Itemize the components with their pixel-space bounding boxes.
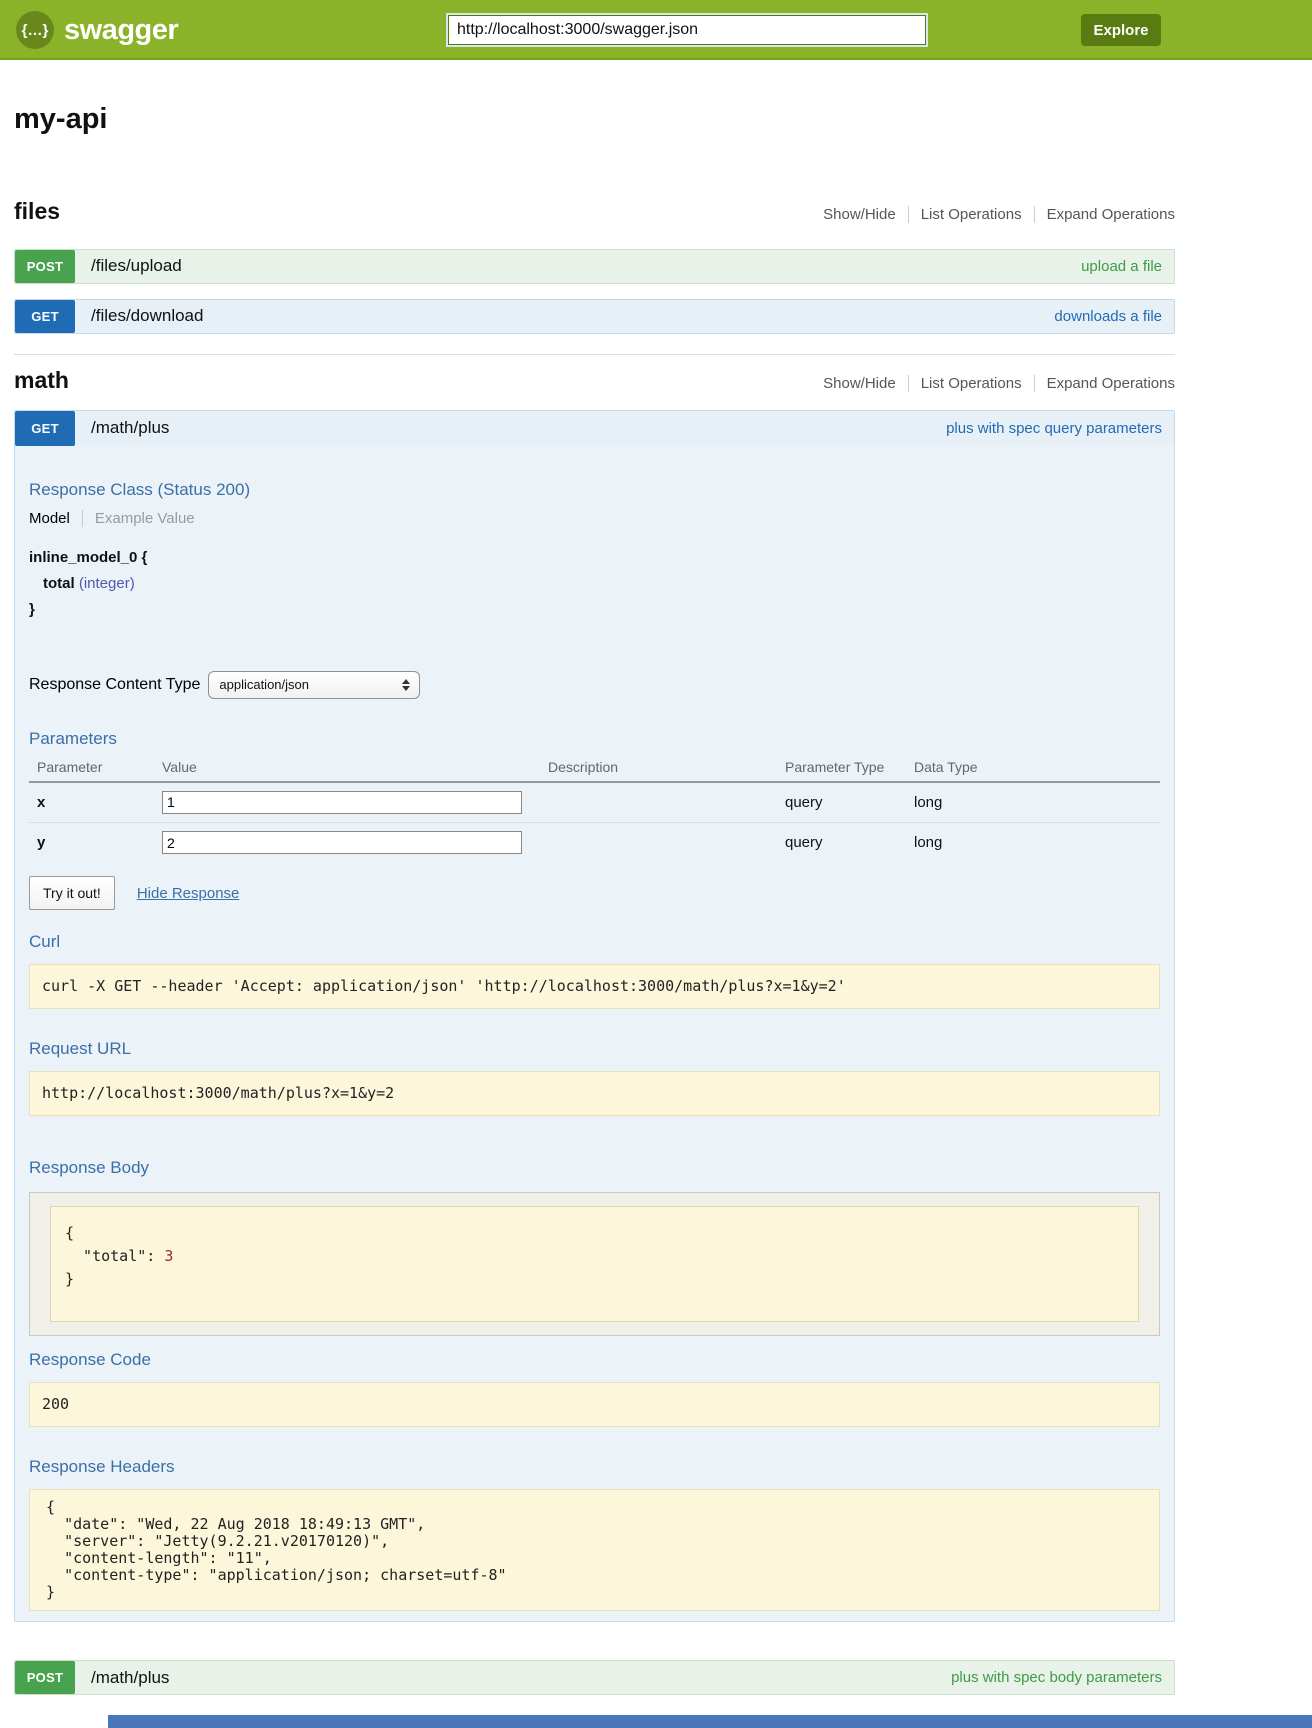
param-name: x — [29, 782, 154, 823]
swagger-ui-page: {…} swagger Explore my-api files Show/Hi… — [0, 0, 1312, 1728]
model-open: inline_model_0 { — [29, 545, 1160, 571]
operation-detail: Response Class (Status 200) Model Exampl… — [15, 480, 1174, 1622]
section-controls-math: Show/Hide List Operations Expand Operati… — [811, 375, 1175, 392]
explore-button[interactable]: Explore — [1081, 14, 1161, 46]
col-value: Value — [154, 757, 540, 782]
operation-summary[interactable]: upload a file — [1081, 258, 1162, 275]
response-content-type-row: Response Content Type application/json — [29, 671, 1160, 699]
select-arrows-icon — [402, 679, 410, 691]
model-property-type: (integer) — [79, 575, 135, 592]
param-row-y: y query long — [29, 822, 1160, 862]
param-row-x: x query long — [29, 782, 1160, 823]
section-title-math[interactable]: math — [14, 367, 69, 394]
param-type: query — [777, 822, 906, 862]
col-parameter-type: Parameter Type — [777, 757, 906, 782]
section-header-files: files Show/Hide List Operations Expand O… — [14, 198, 1175, 225]
tab-model[interactable]: Model — [29, 510, 82, 527]
request-url-value: http://localhost:3000/math/plus?x=1&y=2 — [29, 1071, 1160, 1116]
model-close: } — [29, 597, 1160, 623]
col-parameter: Parameter — [29, 757, 154, 782]
model-signature: inline_model_0 { total (integer) } — [29, 545, 1160, 623]
param-value-input-x[interactable] — [162, 791, 522, 814]
request-url-title: Request URL — [29, 1039, 1160, 1059]
main-content: my-api files Show/Hide List Operations E… — [14, 104, 1175, 1728]
model-property: total (integer) — [29, 571, 1160, 597]
swagger-logo-text: swagger — [64, 14, 178, 47]
response-content-type-select[interactable]: application/json — [208, 671, 420, 699]
expand-operations-link[interactable]: Expand Operations — [1034, 375, 1175, 392]
operation-summary[interactable]: plus with spec query parameters — [946, 420, 1162, 437]
json-open-brace: { — [65, 1224, 74, 1242]
response-class-title: Response Class (Status 200) — [29, 480, 1160, 500]
model-tabs: Model Example Value — [29, 510, 1160, 527]
param-data-type: long — [906, 822, 1160, 862]
response-body-title: Response Body — [29, 1158, 1160, 1178]
bottom-stripe — [108, 1715, 1312, 1728]
response-headers-json: { "date": "Wed, 22 Aug 2018 18:49:13 GMT… — [29, 1489, 1160, 1611]
param-data-type: long — [906, 782, 1160, 823]
section-title-files[interactable]: files — [14, 198, 60, 225]
param-type: query — [777, 782, 906, 823]
col-description: Description — [540, 757, 777, 782]
list-operations-link[interactable]: List Operations — [908, 206, 1034, 223]
method-badge-post: POST — [15, 1661, 75, 1694]
section-divider — [14, 354, 1175, 355]
response-content-type-label: Response Content Type — [29, 676, 200, 694]
col-data-type: Data Type — [906, 757, 1160, 782]
parameters-table: Parameter Value Description Parameter Ty… — [29, 757, 1160, 863]
operation-row-post-math-plus[interactable]: POST /math/plus plus with spec body para… — [14, 1660, 1175, 1695]
operation-path[interactable]: /math/plus — [91, 418, 169, 438]
swagger-brand: {…} swagger — [16, 11, 178, 49]
response-code-title: Response Code — [29, 1350, 1160, 1370]
response-body-json: { "total": 3 } — [50, 1206, 1139, 1322]
operation-block-get-math-plus: GET /math/plus plus with spec query para… — [14, 410, 1175, 1623]
try-it-out-button[interactable]: Try it out! — [29, 876, 115, 910]
param-description — [540, 822, 777, 862]
expand-operations-link[interactable]: Expand Operations — [1034, 206, 1175, 223]
model-property-name: total — [43, 575, 75, 592]
response-code-value: 200 — [29, 1382, 1160, 1427]
curl-command: curl -X GET --header 'Accept: applicatio… — [29, 964, 1160, 1009]
method-badge-post: POST — [15, 250, 75, 283]
try-row: Try it out! Hide Response — [29, 876, 1160, 910]
show-hide-link[interactable]: Show/Hide — [811, 206, 908, 223]
list-operations-link[interactable]: List Operations — [908, 375, 1034, 392]
hide-response-link[interactable]: Hide Response — [137, 885, 240, 902]
header-bar: {…} swagger Explore — [0, 0, 1312, 60]
show-hide-link[interactable]: Show/Hide — [811, 375, 908, 392]
response-content-type-value: application/json — [219, 677, 309, 692]
section-controls-files: Show/Hide List Operations Expand Operati… — [811, 206, 1175, 223]
operation-row-get-math-plus[interactable]: GET /math/plus plus with spec query para… — [15, 411, 1174, 446]
json-close-brace: } — [65, 1270, 74, 1288]
page-title: my-api — [14, 104, 1175, 136]
operation-summary[interactable]: plus with spec body parameters — [951, 1669, 1162, 1686]
spec-url-input[interactable] — [448, 15, 926, 45]
parameters-title: Parameters — [29, 729, 1160, 749]
section-header-math: math Show/Hide List Operations Expand Op… — [14, 367, 1175, 394]
param-value-input-y[interactable] — [162, 831, 522, 854]
response-headers-title: Response Headers — [29, 1457, 1160, 1477]
json-number-value: 3 — [164, 1247, 173, 1265]
method-badge-get: GET — [15, 411, 75, 446]
response-body-container: { "total": 3 } — [29, 1192, 1160, 1336]
operation-path[interactable]: /files/download — [91, 306, 203, 326]
curl-title: Curl — [29, 932, 1160, 952]
json-key: "total": — [65, 1247, 164, 1265]
operation-path[interactable]: /files/upload — [91, 256, 182, 276]
operation-summary[interactable]: downloads a file — [1054, 308, 1162, 325]
param-name: y — [29, 822, 154, 862]
tab-example-value[interactable]: Example Value — [82, 510, 195, 527]
operation-row-get-files-download[interactable]: GET /files/download downloads a file — [14, 299, 1175, 334]
operation-path[interactable]: /math/plus — [91, 1668, 169, 1688]
parameters-header-row: Parameter Value Description Parameter Ty… — [29, 757, 1160, 782]
swagger-logo-icon: {…} — [16, 11, 54, 49]
param-description — [540, 782, 777, 823]
method-badge-get: GET — [15, 300, 75, 333]
operation-row-post-files-upload[interactable]: POST /files/upload upload a file — [14, 249, 1175, 284]
